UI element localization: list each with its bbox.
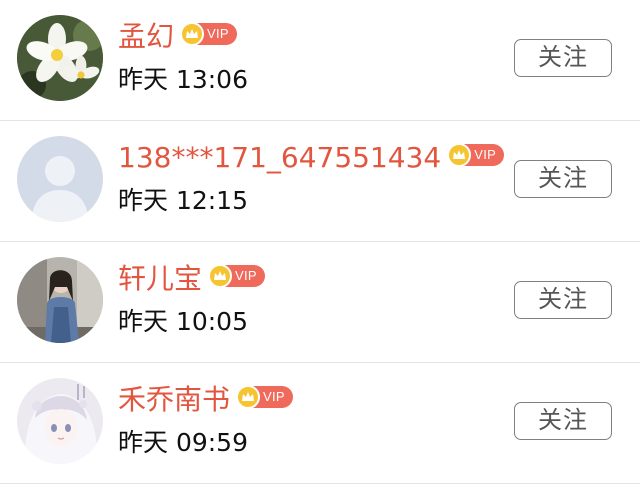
person-photo-icon (17, 257, 103, 343)
follow-button[interactable]: 关注 (514, 281, 612, 319)
list-item[interactable]: 138***171_647551434 VIP 昨天 12:15 关注 (0, 121, 640, 242)
visit-time: 昨天 13:06 (118, 65, 248, 94)
user-name[interactable]: 禾乔南书 VIP (118, 381, 293, 419)
vip-badge: VIP (208, 264, 265, 288)
plumeria-flower-icon (17, 15, 103, 101)
vip-label: VIP (235, 268, 257, 283)
user-name-text[interactable]: 轩儿宝 (118, 262, 202, 295)
anime-illustration-icon (17, 378, 103, 464)
user-name-text[interactable]: 禾乔南书 (118, 383, 230, 416)
user-name[interactable]: 138***171_647551434 VIP (118, 139, 505, 177)
user-name-text[interactable]: 138***171_647551434 (118, 141, 441, 174)
follow-button[interactable]: 关注 (514, 39, 612, 77)
crown-icon (236, 385, 261, 409)
avatar[interactable] (17, 257, 103, 343)
vip-badge: VIP (447, 143, 505, 167)
vip-badge: VIP (180, 22, 237, 46)
user-name[interactable]: 孟幻 VIP (118, 18, 237, 56)
visit-time: 昨天 10:05 (118, 307, 248, 336)
avatar[interactable] (17, 136, 103, 222)
list-item[interactable]: 孟幻 VIP 昨天 13:06 关注 (0, 0, 640, 121)
vip-badge: VIP (236, 385, 293, 409)
follow-button[interactable]: 关注 (514, 160, 612, 198)
crown-icon (447, 143, 472, 167)
vip-label: VIP (263, 389, 285, 404)
default-user-icon (17, 136, 103, 222)
crown-icon (180, 22, 205, 46)
visit-time: 昨天 09:59 (118, 428, 248, 457)
follow-button[interactable]: 关注 (514, 402, 612, 440)
vip-label: VIP (474, 147, 497, 162)
user-name[interactable]: 轩儿宝 VIP (118, 260, 265, 298)
visit-time: 昨天 12:15 (118, 186, 248, 215)
crown-icon (208, 264, 233, 288)
avatar[interactable] (17, 378, 103, 464)
list-item[interactable]: 禾乔南书 VIP 昨天 09:59 关注 (0, 363, 640, 484)
vip-label: VIP (207, 26, 229, 41)
user-name-text[interactable]: 孟幻 (118, 20, 174, 53)
follower-list: 孟幻 VIP 昨天 13:06 关注 138***171_647551434 VIP… (0, 0, 640, 484)
list-item[interactable]: 轩儿宝 VIP 昨天 10:05 关注 (0, 242, 640, 363)
avatar[interactable] (17, 15, 103, 101)
